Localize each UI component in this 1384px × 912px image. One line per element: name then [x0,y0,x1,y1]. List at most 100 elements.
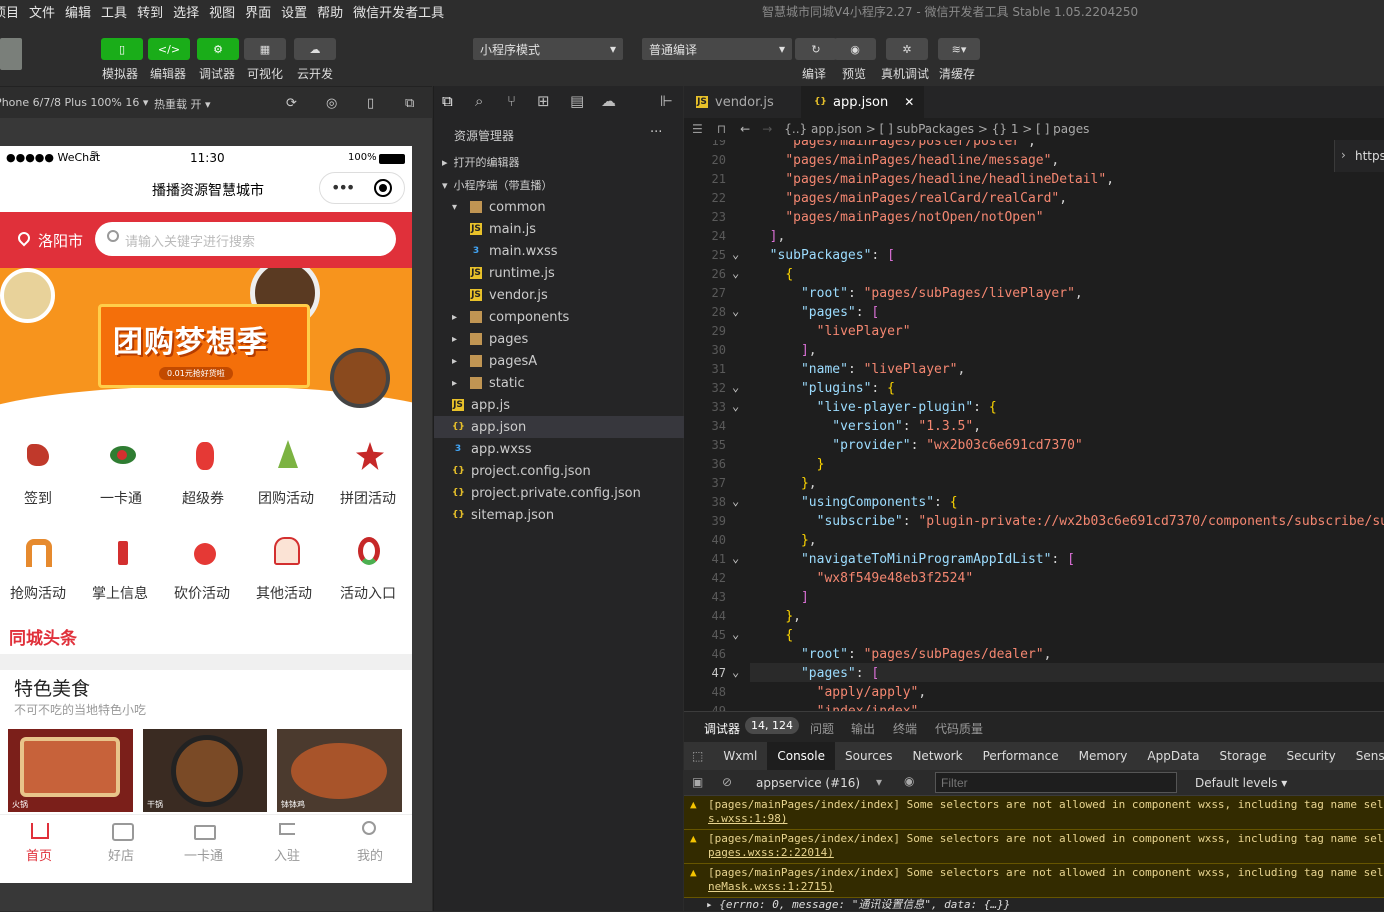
window-icon[interactable]: ⧉ [405,96,414,111]
search-input[interactable]: 请输入关键字进行搜索 [95,222,396,256]
banner[interactable]: 团购梦想季 0.01元抢好货啦 [0,268,412,416]
tab-card[interactable]: 一卡通 [164,815,246,883]
grid-cell[interactable]: 其他活动 [246,531,328,611]
mode-select[interactable]: 小程序模式 ▾ [473,38,623,60]
devtab-appdata[interactable]: AppData [1137,742,1209,770]
console-warning[interactable]: ▲ [pages/mainPages/index/index] Some sel… [684,864,1384,898]
tree-item[interactable]: ▸ ▬ pages [434,328,684,350]
grid-cell[interactable]: 掌上信息 [82,531,164,611]
grid-cell[interactable]: 拼团活动 [328,436,410,516]
rotate-icon[interactable]: ⟳ [286,96,297,111]
explorer-more-icon[interactable]: ··· [650,125,662,140]
debugger-button[interactable]: ⚙ [197,38,239,60]
devtab-console[interactable]: Console [767,742,835,770]
devtab-storage[interactable]: Storage [1210,742,1277,770]
devtab-security[interactable]: Security [1276,742,1345,770]
warning-source[interactable]: neMask.wxss:1:2715) [708,880,834,893]
fold-chevron-icon[interactable]: ⌄ [732,551,739,565]
tree-item[interactable]: 3 main.wxss [434,240,684,262]
menu-devtools[interactable]: 微信开发者工具 [348,2,449,21]
fold-chevron-icon[interactable]: ⌄ [732,665,739,679]
caret-down-icon[interactable]: ▾ [876,775,882,789]
cloud-button[interactable]: ☁ [294,38,336,60]
menu-interface[interactable]: 界面 [240,2,276,21]
hotreload-toggle[interactable]: 热重载 开 ▾ [154,96,211,112]
warning-source[interactable]: pages.wxss:2:22014) [708,846,834,859]
grid-cell[interactable]: 团购活动 [246,436,328,516]
fold-chevron-icon[interactable]: ⌄ [732,304,739,318]
compile-button[interactable]: ↻ [795,38,837,60]
menu-goto[interactable]: 转到 [132,2,168,21]
menu-settings[interactable]: 设置 [276,2,312,21]
grid-cell[interactable]: 签到 [0,436,82,516]
tab-problems[interactable]: 问题 [810,720,834,737]
grid-cell[interactable]: 超级券 [164,436,246,516]
bookmark-icon[interactable]: ⊓ [717,122,726,136]
devtab-performance[interactable]: Performance [973,742,1069,770]
device-select[interactable]: iPhone 6/7/8 Plus 100% 16 ▾ [0,96,148,109]
menu-select[interactable]: 选择 [168,2,204,21]
collapse-icon[interactable]: ⊩ [660,92,673,110]
more-icon[interactable]: ••• [331,178,355,197]
city-select[interactable]: 洛阳市 [38,230,83,251]
tab-output[interactable]: 输出 [851,720,875,737]
tree-item[interactable]: JS main.js [434,218,684,240]
grid-cell[interactable]: 一卡通 [82,436,164,516]
console-warning[interactable]: ▲ [pages/mainPages/index/index] Some sel… [684,796,1384,830]
tree-item[interactable]: ▾ ▬ common [434,196,684,218]
save-icon[interactable]: ▤ [570,92,584,110]
forward-icon[interactable]: → [762,122,772,136]
tree-item[interactable]: JS runtime.js [434,262,684,284]
close-circle-icon[interactable] [374,179,392,197]
capsule[interactable]: ••• [319,172,405,204]
fold-chevron-icon[interactable]: ⌄ [732,266,739,280]
inspect-icon[interactable]: ⬚ [692,749,703,763]
devtab-network[interactable]: Network [902,742,972,770]
tree-item[interactable]: ▸ ▬ pagesA [434,350,684,372]
chevron-right-icon[interactable]: › [1341,148,1346,162]
menu-project[interactable]: 项目 [0,2,24,21]
breadcrumb-path[interactable]: {..} app.json > [ ] subPackages > {} 1 >… [784,122,1089,136]
tree-item[interactable]: {} project.config.json [434,460,684,482]
devtab-sources[interactable]: Sources [835,742,902,770]
clear-console-icon[interactable]: ⊘ [722,775,732,789]
fold-chevron-icon[interactable]: ⌄ [732,399,739,413]
remote-debug-button[interactable]: ✲ [886,38,928,60]
food-card[interactable]: 干锅 [143,729,267,812]
fold-chevron-icon[interactable]: ⌄ [732,494,739,508]
menu-help[interactable]: 帮助 [312,2,348,21]
eye-icon[interactable]: ◉ [904,774,914,788]
code-area[interactable]: 19 "pages/mainPages/poster/poster", 20 "p… [684,140,1384,711]
levels-select[interactable]: Default levels ▾ [1195,776,1287,790]
devtab-wxml[interactable]: Wxml [713,742,767,770]
console-warning[interactable]: ▲ [pages/mainPages/index/index] Some sel… [684,830,1384,864]
tab-debugger[interactable]: 调试器 [704,720,740,737]
sidebar-toggle-icon[interactable]: ▣ [692,775,703,789]
tree-item[interactable]: ▸ ▬ components [434,306,684,328]
context-select[interactable]: appservice (#16) [756,776,860,790]
branch-icon[interactable]: ⑂ [507,92,516,110]
warning-source[interactable]: s.wxss:1:98) [708,812,787,825]
visual-button[interactable]: ▦ [244,38,286,60]
headline-title[interactable]: 同城头条 [9,624,77,649]
tab-home[interactable]: 首页 [0,815,82,883]
devtab-sensors[interactable]: Sens [1346,742,1384,770]
tab-join[interactable]: 入驻 [246,815,328,883]
food-card[interactable]: 钵钵鸡 [277,729,402,812]
search-icon[interactable]: ⌕ [475,92,483,110]
clear-cache-button[interactable]: ≋▾ [938,38,980,60]
files-icon[interactable]: ⧉ [442,92,453,110]
fold-chevron-icon[interactable]: ⌄ [732,380,739,394]
tree-item[interactable]: 3 app.wxss [434,438,684,460]
grid-cell[interactable]: 活动入口 [328,531,410,611]
tab-app-json[interactable]: {} app.json ✕ [802,86,924,118]
grid-cell[interactable]: 砍价活动 [164,531,246,611]
console-log[interactable]: ▸ {errno: 0, message: "通讯设置信息", data: {…… [706,896,1010,912]
tree-item[interactable]: JS app.js [434,394,684,416]
tree-item[interactable]: JS vendor.js [434,284,684,306]
menu-tools[interactable]: 工具 [96,2,132,21]
device-icon[interactable]: ▯ [367,96,374,111]
extensions-icon[interactable]: ⊞ [537,92,550,110]
open-editors-section[interactable]: ▸ 打开的编辑器 [434,151,684,173]
record-icon[interactable]: ◎ [326,96,337,111]
